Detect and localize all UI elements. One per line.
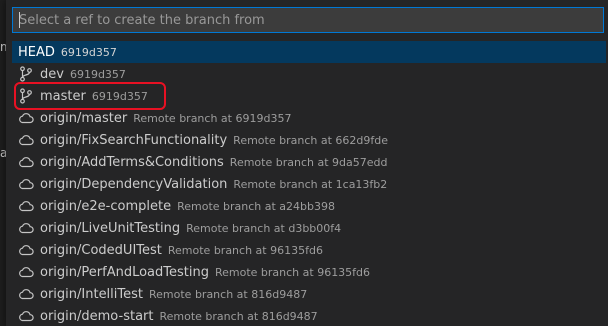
- cloud-icon: [18, 176, 34, 192]
- cloud-icon: [18, 198, 34, 214]
- ref-list-item[interactable]: origin/PerfAndLoadTesting Remote branch a…: [12, 261, 606, 283]
- ref-name: origin/DependencyValidation: [40, 176, 228, 192]
- cloud-icon: [18, 110, 34, 126]
- ref-description: 6919d357: [69, 67, 126, 81]
- cloud-icon: [18, 154, 34, 170]
- ref-name: origin/PerfAndLoadTesting: [40, 264, 209, 280]
- branch-icon: [18, 88, 34, 104]
- quick-pick-ref-picker: HEAD 6919d357 dev 6919d357 master 6919d357 ori…: [6, 0, 608, 326]
- ref-name: origin/FixSearchFunctionality: [40, 132, 228, 148]
- ref-name: origin/e2e-complete: [40, 198, 172, 214]
- ref-description: Remote branch at 96135fd6: [167, 243, 323, 257]
- ref-list-item[interactable]: origin/FixSearchFunctionality Remote bran…: [12, 129, 606, 151]
- ref-description: Remote branch at 816d9487: [149, 287, 308, 301]
- ref-name: dev: [40, 66, 64, 82]
- ref-description: Remote branch at a24bb398: [177, 199, 335, 213]
- ref-list-item[interactable]: master 6919d357: [12, 85, 606, 107]
- ref-name: origin/CodedUITest: [40, 242, 162, 258]
- ref-name: origin/IntelliTest: [40, 286, 143, 302]
- ref-list: HEAD 6919d357 dev 6919d357 master 6919d357 ori…: [12, 41, 606, 326]
- text-caret: [19, 12, 20, 28]
- ref-name: master: [40, 88, 86, 104]
- cloud-icon: [18, 308, 34, 324]
- ref-list-item[interactable]: origin/DependencyValidation Remote branch…: [12, 173, 606, 195]
- cloud-icon: [18, 220, 34, 236]
- cloud-icon: [18, 264, 34, 280]
- cloud-icon: [18, 242, 34, 258]
- cloud-icon: [18, 286, 34, 302]
- ref-list-item[interactable]: origin/IntelliTest Remote branch at 816d9…: [12, 283, 606, 305]
- branch-icon: [18, 66, 34, 82]
- ref-name: origin/LiveUnitTesting: [40, 220, 181, 236]
- ref-description: Remote branch at 662d9fde: [233, 133, 388, 147]
- ref-list-item[interactable]: origin/AddTerms&Conditions Remote branch …: [12, 151, 606, 173]
- ref-description: 6919d357: [91, 89, 148, 103]
- ref-list-item[interactable]: HEAD 6919d357: [12, 41, 606, 63]
- ref-list-item[interactable]: origin/LiveUnitTesting Remote branch at d…: [12, 217, 606, 239]
- ref-list-item[interactable]: origin/demo-start Remote branch at 816d94…: [12, 305, 606, 326]
- ref-description: Remote branch at 9da57edd: [229, 155, 388, 169]
- ref-search-box[interactable]: [12, 7, 604, 33]
- ref-list-item[interactable]: origin/master Remote branch at 6919d357: [12, 107, 606, 129]
- ref-description: Remote branch at 816d9487: [159, 309, 318, 323]
- ref-description: 6919d357: [60, 45, 117, 59]
- ref-list-item[interactable]: dev 6919d357: [12, 63, 606, 85]
- ref-description: Remote branch at 6919d357: [133, 111, 292, 125]
- ref-name: origin/demo-start: [40, 308, 154, 324]
- ref-name: origin/master: [40, 110, 128, 126]
- ref-name: origin/AddTerms&Conditions: [40, 154, 224, 170]
- ref-description: Remote branch at d3bb00f4: [186, 221, 342, 235]
- cloud-icon: [18, 132, 34, 148]
- ref-list-item[interactable]: origin/e2e-complete Remote branch at a24b…: [12, 195, 606, 217]
- ref-list-item[interactable]: origin/CodedUITest Remote branch at 96135…: [12, 239, 606, 261]
- ref-search-input[interactable]: [13, 8, 603, 32]
- ref-description: Remote branch at 1ca13fb2: [233, 177, 388, 191]
- ref-description: Remote branch at 96135fd6: [214, 265, 371, 279]
- ref-name: HEAD: [18, 44, 55, 60]
